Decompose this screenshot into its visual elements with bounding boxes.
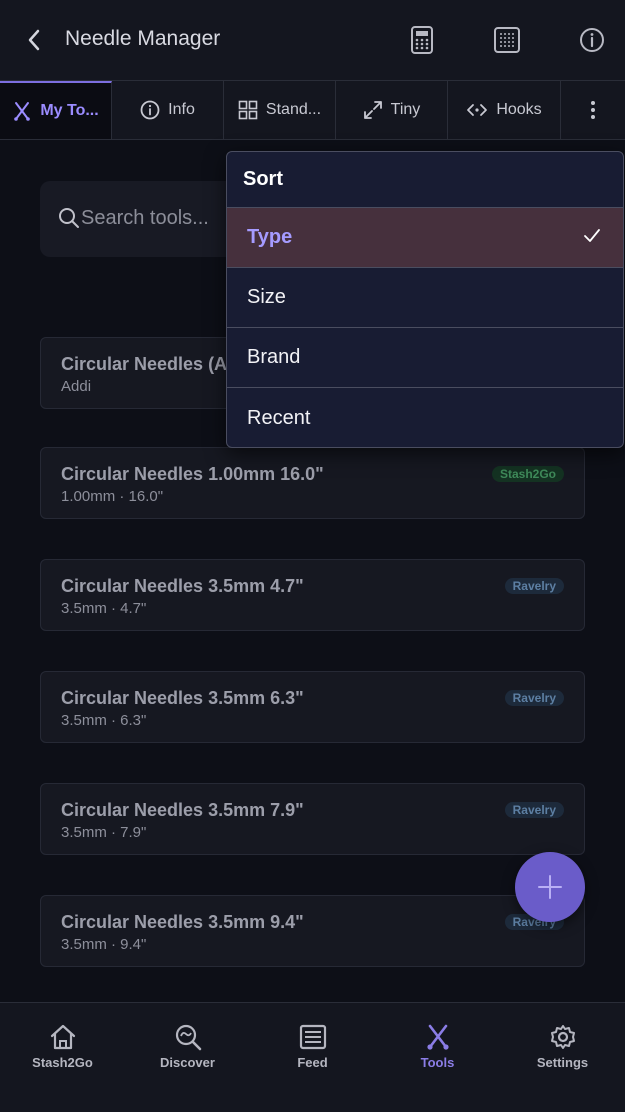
tab-hooks[interactable]: Hooks [448,81,561,139]
tool-card[interactable]: Circular Needles 3.5mm 4.7" 3.5mm · 4.7"… [40,559,585,631]
nav-label: Settings [536,1055,589,1070]
tab-tiny[interactable]: Tiny [336,81,448,139]
more-vertical-icon [591,101,595,119]
info-button[interactable] [576,24,608,56]
nav-label: Discover [160,1055,215,1070]
tool-card[interactable]: Circular Needles 3.5mm 9.4" 3.5mm · 9.4"… [40,895,585,967]
tab-standard[interactable]: Stand... [224,81,336,139]
tab-label: Stand... [265,101,322,118]
source-badge: Stash2Go [491,466,564,482]
tab-more-button[interactable] [561,81,625,139]
tool-title: Circular Needles 3.5mm 9.4" [61,912,304,932]
page-title: Needle Manager [65,27,221,50]
discover-icon [175,1024,201,1051]
info-icon [140,100,160,120]
tools-icon [426,1024,449,1050]
tab-info[interactable]: Info [112,81,224,139]
source-badge: Ravelry [504,690,564,706]
sort-option-label: Recent [247,406,311,429]
sort-option-brand[interactable]: Brand [227,328,623,388]
code-icon [467,104,488,116]
tool-subtitle: 3.5mm · 4.7" [61,600,147,617]
plus-icon [538,875,562,899]
nav-item-stash2go[interactable]: Stash2Go [0,1003,125,1112]
sort-option-label: Type [247,226,293,248]
tool-subtitle: 3.5mm · 9.4" [61,936,147,953]
sort-menu: Sort Type Size Brand Recent [226,151,624,448]
tool-subtitle: 1.00mm · 16.0" [61,488,164,505]
home-icon [50,1024,75,1050]
tool-subtitle: 3.5mm · 6.3" [61,712,147,729]
sort-menu-title: Sort [227,152,623,208]
tool-subtitle: Addi [61,378,92,395]
nav-item-tools[interactable]: Tools [375,1003,500,1112]
add-tool-button[interactable] [515,852,585,922]
gauge-grid-button[interactable] [491,24,523,56]
nav-label: Tools [420,1055,455,1070]
tab-label: My To... [40,102,99,119]
calculator-icon [411,26,433,54]
tool-title: Circular Needles 3.5mm 7.9" [61,800,304,820]
bottom-nav: Stash2Go Discover Feed Tools Settings [0,1002,625,1112]
nav-item-settings[interactable]: Settings [500,1003,625,1112]
chevron-left-icon [28,29,40,51]
tab-label: Info [168,101,195,118]
tab-label: Hooks [496,101,542,118]
app-header: Needle Manager [0,0,625,80]
sort-option-label: Brand [247,346,301,368]
source-badge: Ravelry [504,802,564,818]
sort-option-type[interactable]: Type [227,208,623,268]
tab-bar: My To... Info Stand... Tiny Hooks [0,80,625,140]
tab-my-tools[interactable]: My To... [0,81,112,139]
tool-title: Circular Needles 3.5mm 6.3" [61,688,304,708]
tool-title: Circular Needles 1.00mm 16.0" [61,464,324,484]
nav-item-discover[interactable]: Discover [125,1003,250,1112]
search-icon [59,208,79,228]
search-placeholder: Search tools... [81,207,209,229]
sort-option-size[interactable]: Size [227,268,623,328]
source-badge: Ravelry [504,578,564,594]
tool-card[interactable]: Circular Needles 3.5mm 6.3" 3.5mm · 6.3"… [40,671,585,743]
sort-option-label: Size [247,286,286,308]
tool-card[interactable]: Circular Needles 3.5mm 7.9" 3.5mm · 7.9"… [40,783,585,855]
tools-icon [14,102,31,121]
feed-icon [299,1024,326,1050]
sort-option-recent[interactable]: Recent [227,388,623,447]
tool-card[interactable]: Circular Needles 1.00mm 16.0" 1.00mm · 1… [40,447,585,519]
checkmark-icon [584,229,600,242]
settings-icon [550,1025,575,1049]
nav-label: Stash2Go [32,1055,93,1070]
expand-icon [363,101,382,119]
info-icon [580,28,604,52]
tool-subtitle: 3.5mm · 7.9" [61,824,147,841]
dot-grid-icon [494,27,520,53]
tab-label: Tiny [390,101,421,118]
nav-item-feed[interactable]: Feed [250,1003,375,1112]
grid-icon [238,100,258,120]
back-button[interactable] [20,26,48,54]
calculator-button[interactable] [406,24,438,56]
nav-label: Feed [297,1055,328,1070]
tool-title: Circular Needles 3.5mm 4.7" [61,576,304,596]
